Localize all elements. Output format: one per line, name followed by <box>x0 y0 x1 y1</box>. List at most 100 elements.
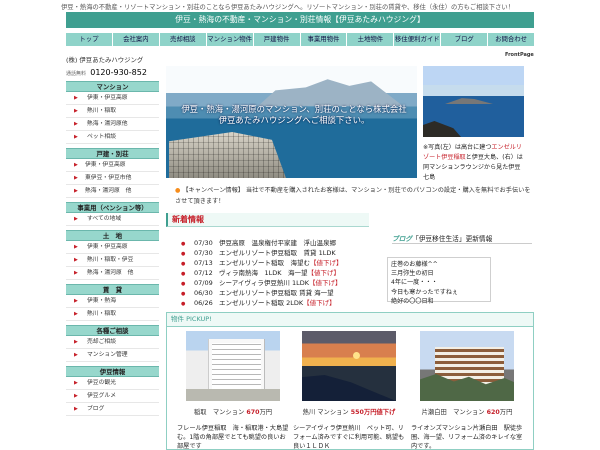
island-silhouette <box>445 98 493 104</box>
bullet-icon: ● <box>181 251 186 257</box>
nav-relocation-guide[interactable]: 移住便利ガイド <box>394 33 442 46</box>
triangle-bullet-icon: ▶ <box>74 108 78 114</box>
sidebar-item-land-atagawa[interactable]: ▶ 熱川・稲取・伊豆 <box>66 254 159 267</box>
news-item[interactable]: ● 06/26 エンゼルリゾート稲取 2LDK【値下げ】 <box>181 298 380 308</box>
news-item[interactable]: ● 07/09 シーアイヴィラ伊豆熱川 1LDK【値下げ】 <box>181 278 380 288</box>
campaign-label: 【キャンペーン情報】 <box>182 187 244 194</box>
nav-land-listings[interactable]: 土地物件 <box>347 33 395 46</box>
blog-update-heading: ブログ「伊豆移住生活」更新情報 <box>392 233 532 244</box>
bullet-icon: ● <box>181 271 186 277</box>
blog-item[interactable]: 4年に一度・・・ <box>391 278 487 287</box>
sidebar-item-all-areas[interactable]: ▶ すべての地域 <box>66 213 159 226</box>
news-item[interactable]: ● 07/12 ヴィラ南熱海 1LDK 海一望【値下げ】 <box>181 268 380 278</box>
sidebar-item-house-atami[interactable]: ▶ 熱海・湯河原 他 <box>66 185 159 198</box>
sidebar-item-condo-management[interactable]: ▶ マンション管理 <box>66 349 159 362</box>
triangle-bullet-icon: ▶ <box>74 311 78 317</box>
news-heading: 新着情報 <box>166 213 369 227</box>
sidebar-item-izu-gourmet[interactable]: ▶ 伊豆グルメ <box>66 390 159 403</box>
left-sidebar: (株) 伊豆あたみハウジング 通話無料 0120-930-852 マンション ▶… <box>66 55 159 416</box>
ground-area <box>186 389 280 401</box>
sidebar-item-land-atami[interactable]: ▶ 熱海・湯河原 他 <box>66 267 159 280</box>
triangle-bullet-icon: ▶ <box>74 380 78 386</box>
coastal-rock <box>423 121 461 137</box>
property-caption: 熱川 マンション 550万円値下げ <box>302 409 396 416</box>
triangle-bullet-icon: ▶ <box>74 188 78 194</box>
triangle-bullet-icon: ▶ <box>74 339 78 345</box>
bullet-icon: ● <box>181 301 186 307</box>
sidebar-item-rental-atagawa[interactable]: ▶ 熱川・稲取 <box>66 308 159 321</box>
company-name: (株) 伊豆あたみハウジング <box>66 56 144 64</box>
sidebar-section-business: 事業用（ペンション等） <box>66 202 159 213</box>
sidebar-item-house-east-izu[interactable]: ▶ 東伊豆・伊豆市他 <box>66 172 159 185</box>
property-card[interactable]: 熱川 マンション 550万円値下げ シーアイヴィラ伊豆熱川 ペット可、リフォーム… <box>293 331 405 450</box>
sidebar-section-izu-info: 伊豆情報 <box>66 366 159 377</box>
hero-photo-sea-view: 伊豆・熱海・湯河原のマンション、別荘のことなら株式会社伊豆あたみハウジングへご相… <box>166 66 417 178</box>
shore-silhouette <box>302 375 396 401</box>
sidebar-item-land-ito[interactable]: ▶ 伊東・伊豆高原 <box>66 241 159 254</box>
sidebar-item-sale-consultation[interactable]: ▶ 売却ご相談 <box>66 336 159 349</box>
triangle-bullet-icon: ▶ <box>74 257 78 263</box>
nav-house-listings[interactable]: 戸建物件 <box>254 33 301 46</box>
apartment-photo[interactable] <box>420 331 514 401</box>
site-title-bar: 伊豆・熱海の不動産・マンション・別荘情報【伊豆あたみハウジング】 <box>66 12 534 28</box>
bullet-icon: ● <box>181 291 186 297</box>
hero-message: 伊豆・熱海・湯河原のマンション、別荘のことなら株式会社伊豆あたみハウジングへご相… <box>181 104 407 125</box>
nav-blog[interactable]: ブログ <box>441 33 489 46</box>
triangle-bullet-icon: ▶ <box>74 162 78 168</box>
property-card[interactable]: 稲取 マンション 670万円 フレール伊豆稲取 海・稲取港・大島望む。1階の角部… <box>177 331 289 450</box>
sidebar-item-pet-consultation[interactable]: ▶ ペット相談 <box>66 131 159 144</box>
sunset-view-photo[interactable] <box>302 331 396 401</box>
sidebar-section-consultation: 各種ご相談 <box>66 325 159 336</box>
sidebar-item-condo-atagawa[interactable]: ▶ 熱川・稲取 <box>66 105 159 118</box>
campaign-info: ● 【キャンペーン情報】 当社で不動産を購入されたお客様は、マンション・別荘での… <box>175 185 532 207</box>
news-item[interactable]: ● 06/30 エンゼルリゾート伊豆稲取 賃貸 海一望 <box>181 288 380 298</box>
triangle-bullet-icon: ▶ <box>74 121 78 127</box>
free-call-label: 通話無料 <box>66 71 87 77</box>
sidebar-item-house-ito[interactable]: ▶ 伊東・伊豆高原 <box>66 159 159 172</box>
triangle-bullet-icon: ▶ <box>74 95 78 101</box>
blog-item[interactable]: 三月弥生の初日 <box>391 269 487 278</box>
sidebar-item-izu-tourism[interactable]: ▶ 伊豆の観光 <box>66 377 159 390</box>
nav-top[interactable]: トップ <box>66 33 113 46</box>
sidebar-item-condo-atami[interactable]: ▶ 熱海・湯河原他 <box>66 118 159 131</box>
sidebar-section-houses: 戸建・別荘 <box>66 148 159 159</box>
sun-icon <box>353 352 360 359</box>
blog-item[interactable]: 庄巻のお藤様^^ <box>391 260 487 269</box>
phone-number[interactable]: 0120-930-852 <box>90 68 147 77</box>
news-item[interactable]: ● 07/13 エンゼルリゾート稲取 海望む【値下げ】 <box>181 258 380 268</box>
nav-business-listings[interactable]: 事業用物件 <box>301 33 348 46</box>
campaign-bullet-icon: ● <box>175 187 181 194</box>
lounge-sea-view-photo <box>423 66 524 137</box>
triangle-bullet-icon: ▶ <box>74 134 78 140</box>
condominium-photo[interactable] <box>186 331 280 401</box>
news-item[interactable]: ● 07/30 エンゼルリゾート伊豆稲取 賃貸 1LDK <box>181 248 380 258</box>
sidebar-item-condo-ito[interactable]: ▶ 伊東・伊豆高原 <box>66 92 159 105</box>
sidebar-section-rental: 賃 貸 <box>66 284 159 295</box>
blog-item[interactable]: 絶好の〇〇日和 <box>391 297 487 306</box>
news-list: ● 07/30 伊豆高原 温泉権付平家建 浮山温泉郷 ● 07/30 エンゼルリゾート伊… <box>181 238 380 308</box>
nav-contact[interactable]: お問合わせ <box>488 33 534 46</box>
property-description: シーアイヴィラ伊豆熱川 ペット可、リフォーム済みですぐに利用可能、眺望も良い１Ｌ… <box>293 425 405 450</box>
news-item[interactable]: ● 07/30 伊豆高原 温泉権付平家建 浮山温泉郷 <box>181 238 380 248</box>
sidebar-item-rental-ito[interactable]: ▶ 伊東・熱海 <box>66 295 159 308</box>
sidebar-section-land: 土 地 <box>66 230 159 241</box>
triangle-bullet-icon: ▶ <box>74 244 78 250</box>
property-caption: 稲取 マンション 670万円 <box>193 409 273 416</box>
frontpage-label: FrontPage <box>505 52 534 58</box>
blog-item[interactable]: 今日も寒かったですねぇ <box>391 288 487 297</box>
nav-company[interactable]: 会社案内 <box>113 33 160 46</box>
nav-sale-consultation[interactable]: 売却相談 <box>160 33 207 46</box>
bullet-icon: ● <box>181 241 186 247</box>
triangle-bullet-icon: ▶ <box>74 393 78 399</box>
property-card[interactable]: 片瀬白田 マンション 620万円 ライオンズマンション片瀬白田 駅徒歩圏、海一望… <box>411 331 523 450</box>
nav-condominium-listings[interactable]: マンション物件 <box>207 33 254 46</box>
distant-island-mountain <box>258 79 403 106</box>
bullet-icon: ● <box>181 261 186 267</box>
main-navigation: トップ 会社案内 売却相談 マンション物件 戸建物件 事業用物件 土地物件 移住… <box>66 33 534 46</box>
property-caption: 片瀬白田 マンション 620万円 <box>421 409 513 416</box>
sidebar-item-blog[interactable]: ▶ ブログ <box>66 403 159 416</box>
top-banner: 伊豆・熱海の不動産・リゾートマンション・別荘のことなら伊豆あたみハウジングへ。リ… <box>0 0 600 12</box>
triangle-bullet-icon: ▶ <box>74 352 78 358</box>
blog-update-list: 庄巻のお藤様^^ 三月弥生の初日 4年に一度・・・ 今日も寒かったですねぇ 絶好… <box>387 257 491 305</box>
property-description: ライオンズマンション片瀬白田 駅徒歩圏、海一望、リフォーム済のキレイな室内です。 <box>411 425 523 450</box>
